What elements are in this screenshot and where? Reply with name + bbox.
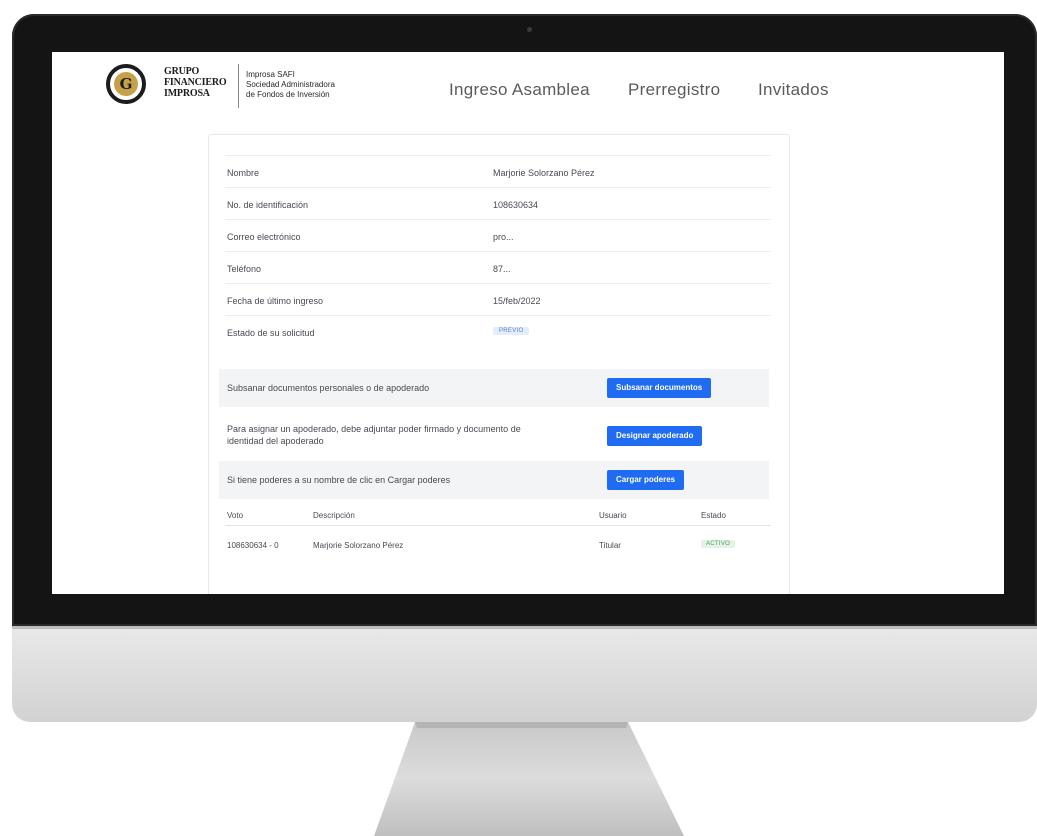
action-text: Subsanar documentos personales o de apod… xyxy=(227,383,430,393)
table-header-descripcion: Descripción xyxy=(313,511,355,520)
action-row-designar: Para asignar un apoderado, debe adjuntar… xyxy=(219,415,769,453)
detail-label: Teléfono xyxy=(227,264,262,274)
brand-line: FINANCIERO xyxy=(164,77,227,88)
action-text: Para asignar un apoderado, debe adjuntar… xyxy=(227,424,521,446)
stage: G GRUPO FINANCIERO IMPROSA Improsa SAFI … xyxy=(0,0,1037,836)
monitor-chin xyxy=(12,626,1037,722)
detail-row-nombre: Nombre Marjorie Solorzano Pérez xyxy=(225,155,771,188)
cell-usuario: Titular xyxy=(599,541,621,550)
detail-value: 87... xyxy=(493,264,511,274)
detail-row-identificacion: No. de identificación 108630634 xyxy=(225,187,771,220)
detail-row-estado: Estado de su solicitud PREVIO xyxy=(225,315,771,348)
brand-subtitle: Improsa SAFI Sociedad Administradora de … xyxy=(246,70,396,100)
monitor-chin-edge xyxy=(12,626,1037,629)
detail-label: No. de identificación xyxy=(227,200,309,210)
nav-ingreso-asamblea[interactable]: Ingreso Asamblea xyxy=(449,80,590,100)
cell-descripcion: Marjorie Solorzano Pérez xyxy=(313,541,404,550)
brand-sub-line: Sociedad Administradora xyxy=(246,80,335,89)
detail-value: 15/feb/2022 xyxy=(493,296,541,306)
site-header: G GRUPO FINANCIERO IMPROSA Improsa SAFI … xyxy=(52,52,1004,140)
detail-row-correo: Correo electrónico pro... xyxy=(225,219,771,252)
table-header-usuario: Usuario xyxy=(599,511,627,520)
brand-sub-line: Improsa SAFI xyxy=(246,70,295,79)
detail-value: 108630634 xyxy=(493,200,539,210)
active-badge: ACTIVO xyxy=(701,540,736,548)
cell-voto: 108630634 - 0 xyxy=(227,541,279,550)
detail-label: Estado de su solicitud xyxy=(227,328,315,338)
detail-label: Correo electrónico xyxy=(227,232,301,242)
action-text: Si tiene poderes a su nombre de clic en … xyxy=(227,475,451,485)
nav-invitados[interactable]: Invitados xyxy=(758,80,829,100)
detail-label: Fecha de último ingreso xyxy=(227,296,324,306)
browser-screen: G GRUPO FINANCIERO IMPROSA Improsa SAFI … xyxy=(52,52,1004,594)
registration-card: Nombre Marjorie Solorzano Pérez No. de i… xyxy=(208,134,790,594)
detail-row-ultimo-ingreso: Fecha de último ingreso 15/feb/2022 xyxy=(225,283,771,316)
table-header-voto: Voto xyxy=(227,511,244,520)
logo-letter: G xyxy=(114,72,138,96)
logo-icon[interactable]: G xyxy=(106,64,146,104)
brand-line: IMPROSA xyxy=(164,88,210,99)
brand-sub-line: de Fondos de Inversión xyxy=(246,90,330,99)
detail-label: Nombre xyxy=(227,168,260,178)
brand-line: GRUPO xyxy=(164,66,200,77)
table-header-estado: Estado xyxy=(701,511,726,520)
camera-icon xyxy=(527,27,532,32)
brand-name: GRUPO FINANCIERO IMPROSA xyxy=(164,66,236,99)
brand-divider xyxy=(238,64,239,108)
subsanar-documentos-button[interactable]: Subsanar documentos xyxy=(607,378,712,398)
status-badge: PREVIO xyxy=(493,327,530,335)
designar-apoderado-button[interactable]: Designar apoderado xyxy=(607,426,703,446)
action-row-subsanar: Subsanar documentos personales o de apod… xyxy=(219,369,769,407)
cargar-poderes-button[interactable]: Cargar poderes xyxy=(607,470,685,490)
monitor-stand xyxy=(374,722,684,836)
detail-row-telefono: Teléfono 87... xyxy=(225,251,771,284)
action-row-cargar: Si tiene poderes a su nombre de clic en … xyxy=(219,461,769,499)
detail-value: Marjorie Solorzano Pérez xyxy=(493,168,595,178)
nav-prerregistro[interactable]: Prerregistro xyxy=(628,80,720,100)
table-divider xyxy=(225,525,771,526)
detail-value: pro... xyxy=(493,232,514,242)
